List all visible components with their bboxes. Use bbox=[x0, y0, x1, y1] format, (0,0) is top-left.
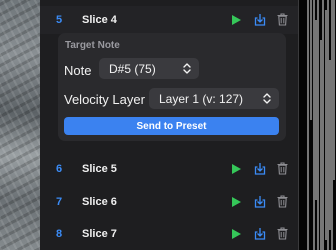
velocity-layer-select-value: Layer 1 (v: 127) bbox=[159, 91, 244, 106]
velocity-layer-select[interactable]: Layer 1 (v: 127) bbox=[149, 88, 279, 109]
play-icon[interactable] bbox=[230, 14, 242, 26]
target-note-card: Target Note Note D#5 (75) Velocity Layer… bbox=[58, 33, 286, 141]
slice-row-6[interactable]: 6 Slice 5 bbox=[40, 155, 298, 183]
slice-name: Slice 5 bbox=[82, 163, 117, 175]
background-photo bbox=[0, 0, 40, 250]
panel-divider bbox=[298, 0, 299, 250]
slice-name: Slice 6 bbox=[82, 196, 117, 208]
slice-row-8[interactable]: 8 Slice 7 bbox=[40, 220, 298, 248]
waveform-graphic bbox=[307, 0, 335, 250]
slice-row-7[interactable]: 7 Slice 6 bbox=[40, 188, 298, 216]
velocity-layer-label: Velocity Layer bbox=[64, 92, 145, 107]
trash-icon[interactable] bbox=[277, 227, 288, 240]
trash-icon[interactable] bbox=[277, 195, 288, 208]
slice-number: 6 bbox=[56, 163, 63, 175]
chevron-up-down-icon bbox=[263, 93, 271, 104]
play-icon[interactable] bbox=[230, 196, 242, 208]
slice-row-5[interactable]: 5 Slice 4 bbox=[40, 6, 298, 34]
note-label: Note bbox=[64, 63, 92, 78]
chevron-up-down-icon bbox=[183, 63, 191, 74]
slice-name: Slice 7 bbox=[82, 228, 117, 240]
slice-number: 7 bbox=[56, 196, 63, 208]
slice-list-panel: 5 Slice 4 Target Note Note D#5 (75) Velo… bbox=[40, 0, 298, 250]
export-icon[interactable] bbox=[254, 13, 266, 26]
slice-name: Slice 4 bbox=[82, 14, 117, 26]
slice-number: 8 bbox=[56, 228, 63, 240]
trash-icon[interactable] bbox=[277, 162, 288, 175]
waveform-preview bbox=[298, 0, 336, 250]
section-label-target-note: Target Note bbox=[65, 40, 120, 51]
slice-number: 5 bbox=[56, 14, 63, 26]
send-to-preset-button[interactable]: Send to Preset bbox=[64, 117, 279, 135]
note-select[interactable]: D#5 (75) bbox=[99, 58, 199, 79]
trash-icon[interactable] bbox=[277, 13, 288, 26]
export-icon[interactable] bbox=[254, 195, 266, 208]
export-icon[interactable] bbox=[254, 227, 266, 240]
note-select-value: D#5 (75) bbox=[109, 61, 156, 76]
play-icon[interactable] bbox=[230, 163, 242, 175]
play-icon[interactable] bbox=[230, 228, 242, 240]
export-icon[interactable] bbox=[254, 162, 266, 175]
